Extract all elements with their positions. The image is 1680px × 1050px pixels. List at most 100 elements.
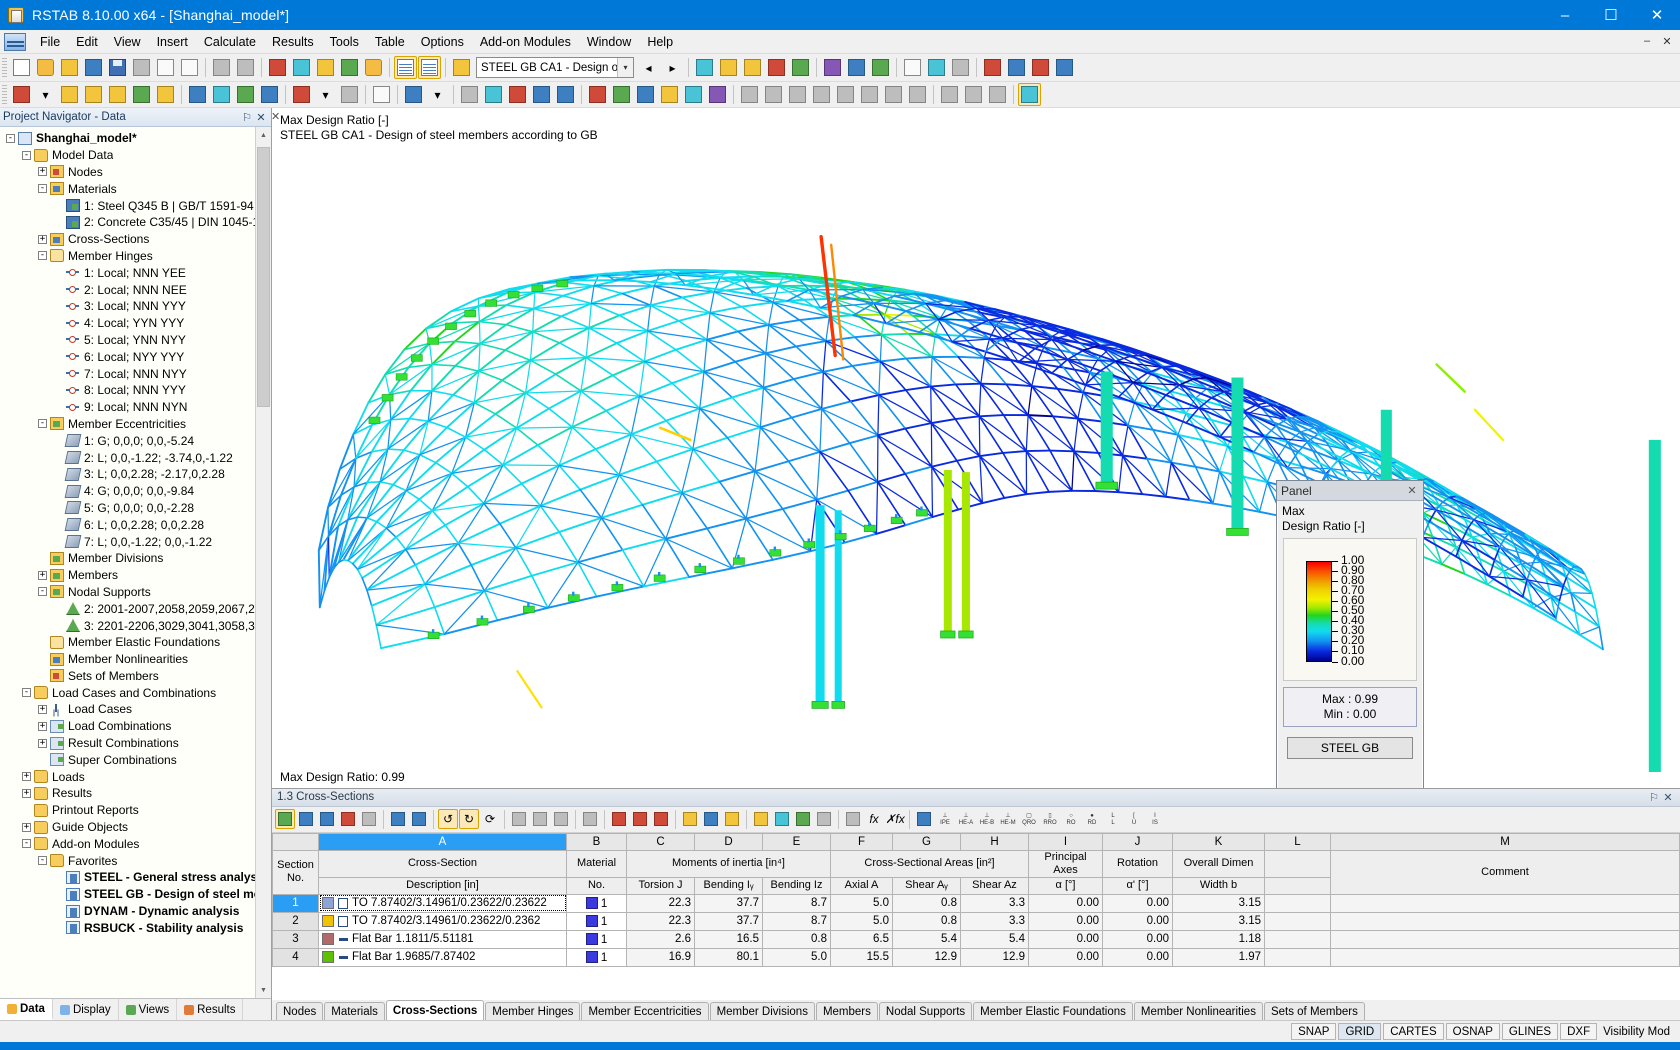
deformation-u-button[interactable]	[738, 83, 761, 106]
table-grid-button[interactable]	[701, 809, 721, 829]
insert-set-button[interactable]	[130, 83, 153, 106]
stress-analysis-button[interactable]	[938, 83, 961, 106]
deformation-vy-button[interactable]	[762, 83, 785, 106]
load-cases-button[interactable]	[1005, 56, 1028, 79]
axial-a-cell[interactable]: 5.0	[831, 912, 893, 930]
tree-item-nodal-supports[interactable]: -Nodal Supports	[0, 584, 271, 601]
copy-objects-button[interactable]	[362, 56, 385, 79]
scroll-down-icon[interactable]: ▼	[256, 982, 271, 998]
insert-member-button[interactable]	[58, 83, 81, 106]
move-dropdown-button[interactable]: ▾	[426, 83, 449, 106]
maximize-button[interactable]: ☐	[1588, 0, 1634, 30]
tree-item-1-steel-q345-b-gb-t-1591-94[interactable]: 1: Steel Q345 B | GB/T 1591-94	[0, 197, 271, 214]
bending-iy-cell[interactable]: 16.5	[695, 930, 763, 948]
section-qro-button[interactable]: ▢QRO	[1019, 809, 1039, 829]
tree-item-printout-reports[interactable]: Printout Reports	[0, 802, 271, 819]
view-perspective-button[interactable]	[554, 83, 577, 106]
section-rd-button[interactable]: ●RD	[1082, 809, 1102, 829]
table-tab-materials[interactable]: Materials	[324, 1002, 385, 1020]
expand-icon[interactable]: +	[22, 789, 31, 798]
material-no-cell[interactable]: 1	[567, 930, 627, 948]
table-tab-cross-sections[interactable]: Cross-Sections	[386, 1000, 484, 1020]
material-color-swatch[interactable]	[586, 951, 598, 963]
expand-icon[interactable]: +	[38, 235, 47, 244]
table-next-button[interactable]	[409, 809, 429, 829]
collapse-icon[interactable]: -	[6, 134, 15, 143]
rotation-alpha-cell[interactable]: 0.00	[1103, 930, 1173, 948]
collapse-icon[interactable]: -	[38, 587, 47, 596]
rotation-alpha-cell[interactable]: 0.00	[1103, 912, 1173, 930]
table-tab-member-divisions[interactable]: Member Divisions	[710, 1002, 815, 1020]
table-columns-button[interactable]	[680, 809, 700, 829]
table-info-button[interactable]	[551, 809, 571, 829]
tree-item-results[interactable]: +Results	[0, 785, 271, 802]
tree-item-member-divisions[interactable]: Member Divisions	[0, 550, 271, 567]
comment-cell[interactable]	[1331, 930, 1680, 948]
support-py-button[interactable]	[882, 83, 905, 106]
table-remove-right-button[interactable]	[651, 809, 671, 829]
section-rro-button[interactable]: ▯RRO	[1040, 809, 1060, 829]
dimension-button[interactable]	[370, 83, 393, 106]
menu-view[interactable]: View	[106, 32, 149, 52]
collapse-icon[interactable]: -	[38, 251, 47, 260]
section-color-swatch[interactable]	[322, 915, 334, 927]
tree-item-4-local-yyn-yyy[interactable]: 4: Local; YYN YYY	[0, 315, 271, 332]
solid-view-button[interactable]	[869, 56, 892, 79]
torsion-j-cell[interactable]: 16.9	[627, 948, 695, 966]
tree-item-member-hinges[interactable]: -Member Hinges	[0, 248, 271, 265]
cross-section-description-cell[interactable]: TO 7.87402/3.14961/0.23622/0.2362	[319, 912, 567, 930]
rotation-alpha-cell[interactable]: 0.00	[1103, 948, 1173, 966]
imperfection-button[interactable]	[338, 83, 361, 106]
expand-icon[interactable]: +	[22, 772, 31, 781]
model-viewport[interactable]: ✕ Max Design Ratio [-] STEEL GB CA1 - De…	[272, 108, 1680, 789]
row-number-cell[interactable]: 2	[273, 912, 319, 930]
moment-mz-button[interactable]	[858, 83, 881, 106]
print-button[interactable]	[154, 56, 177, 79]
column-header-h[interactable]: H	[961, 833, 1029, 850]
tree-item-5-local-ynn-nyy[interactable]: 5: Local; YNN NYY	[0, 332, 271, 349]
bending-iz-cell[interactable]: 0.8	[763, 930, 831, 948]
torsion-j-cell[interactable]: 22.3	[627, 912, 695, 930]
view-iso-button[interactable]	[530, 83, 553, 106]
table-clear-button[interactable]	[580, 809, 600, 829]
next-case-button[interactable]: ▸	[661, 56, 684, 79]
load-combo-button[interactable]	[1029, 56, 1052, 79]
pin-icon[interactable]: ⚐	[240, 111, 254, 124]
table-remove-left-button[interactable]	[630, 809, 650, 829]
cross-section-description-cell[interactable]: Flat Bar 1.9685/7.87402	[319, 948, 567, 966]
comment-cell[interactable]	[1331, 948, 1680, 966]
menu-table[interactable]: Table	[367, 32, 413, 52]
section-ipe-button[interactable]: ⊥IPE	[935, 809, 955, 829]
menu-help[interactable]: Help	[639, 32, 681, 52]
shear-ay-cell[interactable]: 12.9	[893, 948, 961, 966]
deformation-vz-button[interactable]	[786, 83, 809, 106]
wireframe-button[interactable]	[845, 56, 868, 79]
row-number-cell[interactable]: 4	[273, 948, 319, 966]
section-color-swatch[interactable]	[322, 951, 334, 963]
results-on-members-button[interactable]	[693, 56, 716, 79]
shear-az-cell[interactable]: 12.9	[961, 948, 1029, 966]
shear-ay-cell[interactable]: 0.8	[893, 894, 961, 912]
steel-gb-button[interactable]: STEEL GB	[1287, 737, 1413, 759]
table-excel-export-button[interactable]	[793, 809, 813, 829]
tree-item-nodes[interactable]: +Nodes	[0, 164, 271, 181]
shear-ay-cell[interactable]: 5.4	[893, 930, 961, 948]
view-x-button[interactable]	[586, 83, 609, 106]
tree-item-7-local-nnn-nyy[interactable]: 7: Local; NNN NYY	[0, 365, 271, 382]
tree-item-1-local-nnn-yee[interactable]: 1: Local; NNN YEE	[0, 264, 271, 281]
chevron-down-icon[interactable]: ▾	[617, 58, 633, 77]
rotation-alpha-cell[interactable]: 0.00	[1103, 894, 1173, 912]
principal-alpha-cell[interactable]: 0.00	[1029, 894, 1103, 912]
table-import-button[interactable]	[317, 809, 337, 829]
zoom-all-button[interactable]	[506, 83, 529, 106]
column-header-d[interactable]: D	[695, 833, 763, 850]
blank-cell[interactable]	[1265, 930, 1331, 948]
navigator-close-icon[interactable]: ✕	[254, 111, 268, 124]
new-file-button[interactable]	[10, 56, 33, 79]
material-color-swatch[interactable]	[586, 915, 598, 927]
view-xy-button[interactable]	[658, 83, 681, 106]
row-number-cell[interactable]: 3	[273, 930, 319, 948]
width-b-cell[interactable]: 1.97	[1173, 948, 1265, 966]
section-hea-button[interactable]: ⊥HE-A	[956, 809, 976, 829]
column-header-e[interactable]: E	[763, 833, 831, 850]
